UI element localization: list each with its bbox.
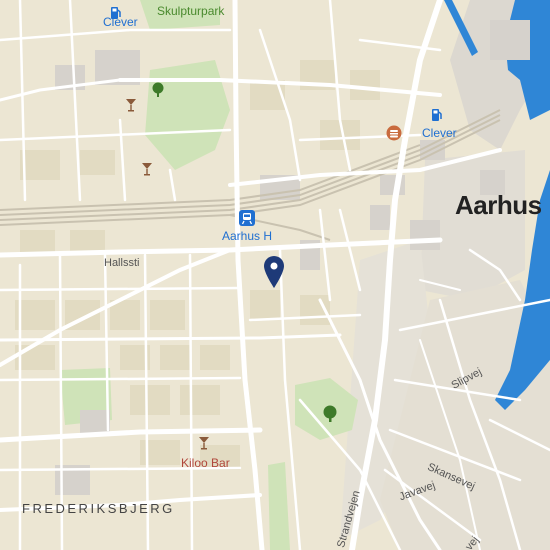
park-tree-icon[interactable] (151, 82, 165, 103)
station-label-aarhus-h[interactable]: Aarhus H (222, 230, 272, 242)
restaurant-icon[interactable] (386, 125, 402, 146)
bar-icon[interactable] (125, 98, 137, 117)
poi-label-kiloo-bar[interactable]: Kiloo Bar (181, 457, 230, 469)
poi-label-clever-top[interactable]: Clever (103, 16, 138, 28)
poi-label-clever-right[interactable]: Clever (422, 127, 457, 139)
map-view[interactable]: Clever Skulpturpark Kiloo Bar Clever Aar… (0, 0, 550, 550)
district-label-frederiksbjerg: FREDERIKSBJERG (22, 501, 175, 516)
bar-icon[interactable] (198, 436, 210, 455)
street-label-hallssti: Hallssti (104, 257, 140, 269)
location-pin-icon[interactable] (263, 255, 285, 294)
fuel-icon[interactable] (431, 108, 443, 127)
park-label-skulpturpark[interactable]: Skulpturpark (157, 5, 224, 17)
city-label-aarhus: Aarhus (455, 190, 542, 220)
train-station-icon[interactable] (239, 210, 255, 231)
park-tree-icon[interactable] (322, 405, 338, 428)
bar-icon[interactable] (141, 162, 153, 181)
